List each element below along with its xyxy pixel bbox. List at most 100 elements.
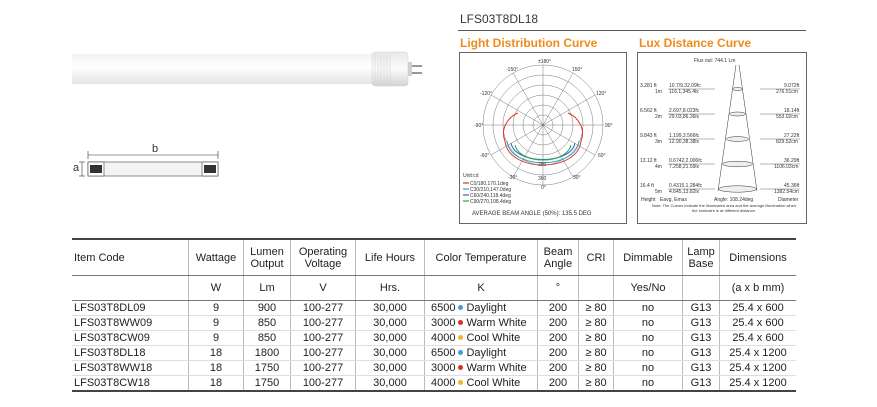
- cct-value: 4000: [431, 377, 456, 389]
- unit-label: Unit:cd: [463, 173, 479, 179]
- cct-name: Cool White: [466, 377, 521, 389]
- col-beam-angle: Beam Angle: [537, 238, 579, 276]
- col-wattage: Wattage: [188, 238, 244, 276]
- col-lamp-base: Lamp Base: [682, 238, 720, 276]
- cell-wattage: 9: [188, 315, 244, 331]
- angle-label-0: 0°: [541, 185, 546, 191]
- table-row: LFS03T8WW09 9 850 100-277 30,000 3000 War…: [72, 315, 796, 331]
- angle-label-m150: -150°: [506, 67, 518, 73]
- legend-c90: C90/270,108.4deg: [470, 199, 511, 205]
- cell-beam: 200: [537, 330, 579, 346]
- angle-label-m120: -120°: [480, 91, 492, 97]
- unit-lumen: Lm: [243, 275, 291, 301]
- cct-value: 3000: [431, 317, 456, 329]
- col-item-code: Item Code: [72, 238, 189, 276]
- cell-base: G13: [682, 345, 720, 361]
- height-ft: 16.4 ft: [640, 183, 655, 189]
- led-tube-image: [72, 51, 422, 87]
- cell-cri: ≥ 80: [578, 345, 614, 361]
- diameter-cm: 1382.54cm: [774, 189, 799, 195]
- cell-beam: 200: [537, 345, 579, 361]
- height-m: 5m: [655, 189, 662, 195]
- cell-wattage: 9: [188, 330, 244, 346]
- angle-label-150: 150°: [572, 67, 582, 73]
- cell-lumen: 900: [243, 300, 291, 316]
- angle-label-60: 60°: [598, 153, 606, 159]
- cell-item-code: LFS03T8CW18: [72, 375, 189, 392]
- illum-lx: 4.645,13.82lx: [669, 189, 700, 195]
- diameter-cm: 829.52cm: [776, 139, 798, 145]
- cell-dimmable: no: [613, 375, 683, 392]
- cell-lumen: 1750: [243, 375, 291, 392]
- cct-value: 6500: [431, 302, 456, 314]
- col-operating-voltage: Operating Voltage: [290, 238, 356, 276]
- cell-base: G13: [682, 315, 720, 331]
- cell-life: 30,000: [355, 300, 425, 316]
- cell-color-temp: 3000 Warm White: [424, 360, 538, 376]
- beam-angle-note: AVERAGE BEAM ANGLE (50%): 135.5 DEG: [472, 211, 592, 217]
- illum-lx: 7.258,21.59lx: [669, 164, 700, 170]
- table-header-row: Item Code Wattage Lumen Output Operating…: [72, 238, 796, 276]
- color-dot-icon: [458, 380, 464, 386]
- color-dot-icon: [458, 350, 464, 356]
- angle-label-30: 30°: [573, 175, 581, 181]
- cell-voltage: 100-277: [290, 360, 356, 376]
- cell-color-temp: 3000 Warm White: [424, 315, 538, 331]
- cell-base: G13: [682, 300, 720, 316]
- unit-life: Hrs.: [355, 275, 425, 301]
- cell-beam: 200: [537, 315, 579, 331]
- diameter-cm: 553.02cm: [776, 114, 798, 120]
- illum-lx: 12.90,38.38lx: [669, 139, 700, 145]
- cct-name: Cool White: [466, 332, 521, 344]
- cct-value: 6500: [431, 347, 456, 359]
- unit-voltage: V: [290, 275, 356, 301]
- cell-lumen: 1750: [243, 360, 291, 376]
- table-row: LFS03T8DL09 9 900 100-277 30,000 6500 Day…: [72, 300, 796, 316]
- cell-base: G13: [682, 330, 720, 346]
- cell-dimensions: 25.4 x 600: [719, 300, 796, 316]
- cct-value: 3000: [431, 362, 456, 374]
- color-dot-icon: [458, 305, 464, 311]
- cell-voltage: 100-277: [290, 345, 356, 361]
- cell-wattage: 18: [188, 360, 244, 376]
- cell-cri: ≥ 80: [578, 315, 614, 331]
- diameter-cm: 1106.03cm: [774, 164, 798, 170]
- cell-item-code: LFS03T8CW09: [72, 330, 189, 346]
- col-color-temperature: Color Temperature: [424, 238, 538, 276]
- cell-item-code: LFS03T8WW18: [72, 360, 189, 376]
- cell-color-temp: 6500 Daylight: [424, 300, 538, 316]
- col-dimensions: Dimensions: [719, 238, 796, 276]
- color-dot-icon: [458, 365, 464, 371]
- cell-lumen: 850: [243, 315, 291, 331]
- color-dot-icon: [458, 320, 464, 326]
- cell-item-code: LFS03T8DL09: [72, 300, 189, 316]
- diameter-cm: 276.51cm: [776, 89, 798, 95]
- cct-name: Warm White: [466, 362, 527, 374]
- cell-dimmable: no: [613, 315, 683, 331]
- angle-label-120: 120°: [596, 91, 606, 97]
- cell-color-temp: 6500 Daylight: [424, 345, 538, 361]
- cell-dimensions: 25.4 x 1200: [719, 375, 796, 392]
- model-code: LFS03T8DL18: [460, 12, 539, 26]
- height-m: 3m: [655, 139, 662, 145]
- ring-label-280: 280: [538, 162, 547, 168]
- unit-beam: °: [537, 275, 579, 301]
- cell-life: 30,000: [355, 345, 425, 361]
- angle-label-m30: -30°: [508, 175, 517, 181]
- cell-dimensions: 25.4 x 600: [719, 315, 796, 331]
- cell-item-code: LFS03T8DL18: [72, 345, 189, 361]
- cell-dimmable: no: [613, 300, 683, 316]
- height-m: 4m: [655, 164, 662, 170]
- illum-lx: 29.03,86.36lx: [669, 114, 700, 120]
- lux-row-1m: 3.281 ft 1m 10.7/9.32.09fc 116.1,345.4lx…: [640, 83, 800, 95]
- lux-row-4m: 13.12 ft 4m 0.6742,2.006fc 7.258,21.59lx…: [640, 158, 800, 170]
- cell-cri: ≥ 80: [578, 375, 614, 392]
- cell-life: 30,000: [355, 375, 425, 392]
- col-lumen-output: Lumen Output: [243, 238, 291, 276]
- cell-cri: ≥ 80: [578, 330, 614, 346]
- table-row: LFS03T8DL18 18 1800 100-277 30,000 6500 D…: [72, 345, 796, 361]
- cell-dimmable: no: [613, 360, 683, 376]
- dimension-label-b: b: [152, 143, 159, 155]
- light-distribution-title: Light Distribution Curve: [460, 36, 598, 50]
- lux-distance-title: Lux Distance Curve: [639, 36, 752, 50]
